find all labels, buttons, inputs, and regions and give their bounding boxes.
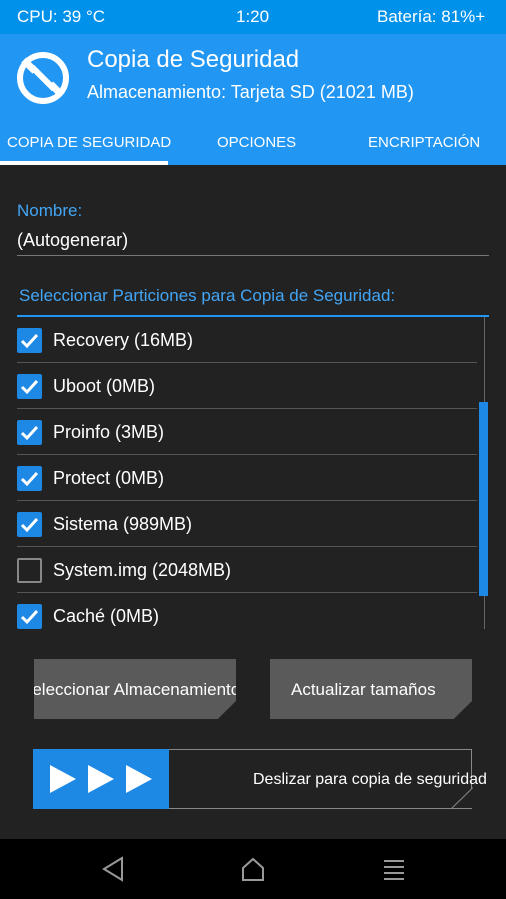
checkbox-checked[interactable] (17, 420, 42, 445)
partition-row[interactable]: Caché (0MB) (17, 593, 477, 639)
page-title: Copia de Seguridad (87, 46, 300, 73)
select-storage-label: Seleccionar Almacenamiento (21, 680, 241, 699)
checkbox-unchecked[interactable] (17, 558, 42, 583)
partition-row[interactable]: Protect (0MB) (17, 455, 477, 501)
swipe-slider-label: Deslizar para copia de seguridad (253, 771, 487, 788)
check-icon (20, 517, 39, 533)
check-icon (20, 379, 39, 395)
partition-row[interactable]: System.img (2048MB) (17, 547, 477, 593)
partitions-label: Seleccionar Particiones para Copia de Se… (19, 286, 396, 305)
scrollbar-thumb[interactable] (479, 402, 488, 596)
refresh-sizes-button[interactable]: Actualizar tamaños (270, 659, 472, 719)
cpu-temp: CPU: 39 °C (17, 7, 106, 26)
tab-backup[interactable]: COPIA DE SEGURIDAD (7, 134, 171, 151)
refresh-sizes-label: Actualizar tamaños (291, 680, 436, 699)
partition-label: Sistema (989MB) (53, 514, 193, 534)
check-icon (20, 471, 39, 487)
partition-row[interactable]: Uboot (0MB) (17, 363, 477, 409)
active-tab-indicator (0, 161, 168, 165)
partition-row[interactable]: Recovery (16MB) (17, 317, 477, 363)
menu-icon[interactable] (382, 855, 406, 883)
select-storage-button[interactable]: Seleccionar Almacenamiento (34, 659, 236, 719)
checkbox-checked[interactable] (17, 328, 42, 353)
checkbox-checked[interactable] (17, 466, 42, 491)
check-icon (20, 425, 39, 441)
tab-bar: COPIA DE SEGURIDAD OPCIONES ENCRIPTACIÓN (0, 120, 506, 165)
checkbox-checked[interactable] (17, 604, 42, 629)
partition-label: Uboot (0MB) (53, 376, 156, 396)
check-icon (20, 609, 39, 625)
status-bar: CPU: 39 °C 1:20 Batería: 81%+ (0, 0, 506, 34)
page-header: Copia de Seguridad Almacenamiento: Tarje… (0, 34, 506, 120)
tab-encryption[interactable]: ENCRIPTACIÓN (368, 134, 480, 151)
twrp-logo-icon (17, 52, 69, 104)
battery-status: Batería: 81%+ (377, 7, 486, 26)
partition-label: System.img (2048MB) (53, 560, 232, 580)
partition-row[interactable]: Proinfo (3MB) (17, 409, 477, 455)
swipe-slider-handle[interactable] (33, 749, 169, 809)
triple-arrow-icon (50, 765, 152, 793)
partition-label: Recovery (16MB) (53, 330, 194, 350)
partition-row[interactable]: Sistema (989MB) (17, 501, 477, 547)
checkbox-checked[interactable] (17, 512, 42, 537)
tab-options[interactable]: OPCIONES (217, 134, 296, 151)
clock: 1:20 (236, 7, 270, 26)
navigation-bar (0, 839, 506, 899)
partition-label: Proinfo (3MB) (53, 422, 165, 442)
name-field-underline (17, 255, 489, 256)
name-field[interactable]: (Autogenerar) (17, 230, 128, 251)
back-icon[interactable] (100, 855, 126, 883)
home-icon[interactable] (240, 855, 266, 883)
check-icon (20, 333, 39, 349)
partition-label: Protect (0MB) (53, 468, 165, 488)
checkbox-checked[interactable] (17, 374, 42, 399)
storage-subtitle: Almacenamiento: Tarjeta SD (21021 MB) (87, 82, 414, 102)
name-label: Nombre: (17, 201, 83, 220)
partition-label: Caché (0MB) (53, 606, 160, 626)
